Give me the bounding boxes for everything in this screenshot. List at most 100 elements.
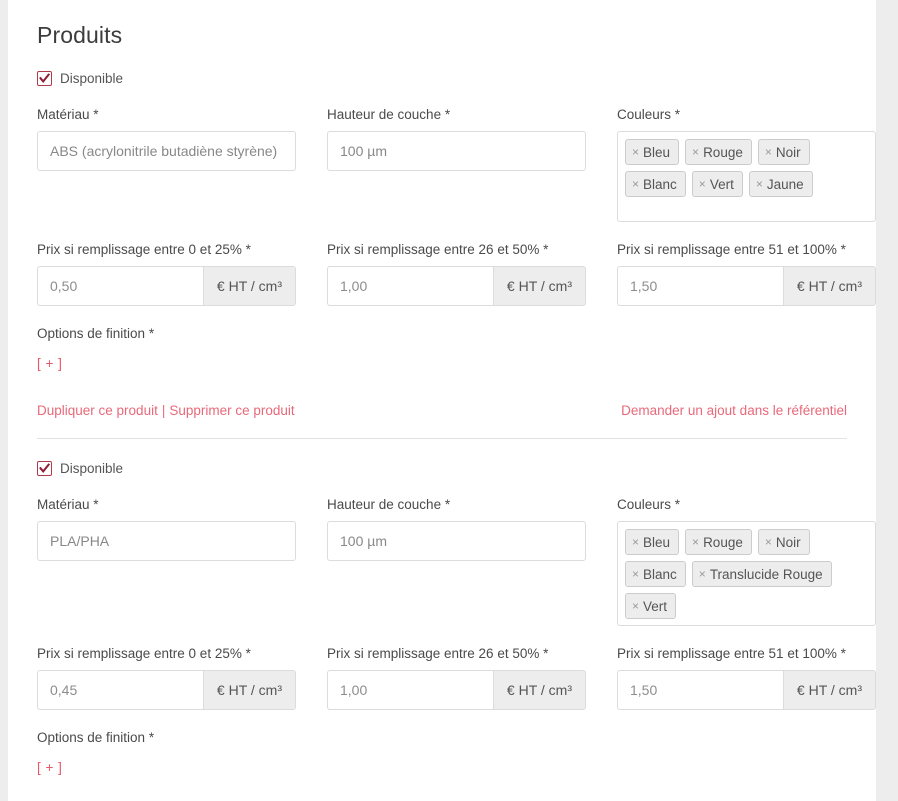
field-price-51-100: Prix si remplissage entre 51 et 100% * 1… <box>617 242 876 306</box>
finishing-options-label: Options de finition * <box>37 730 155 745</box>
product-actions-left: Dupliquer ce produit | Supprimer ce prod… <box>37 403 295 418</box>
remove-tag-icon[interactable]: × <box>699 568 706 580</box>
price-26-50-label: Prix si remplissage entre 26 et 50% * <box>327 646 549 661</box>
remove-tag-icon[interactable]: × <box>756 178 763 190</box>
price-0-25-label: Prix si remplissage entre 0 et 25% * <box>37 646 251 661</box>
color-tag[interactable]: × Bleu <box>625 139 680 165</box>
colors-tag-box[interactable]: × Bleu × Rouge × Noir × Blanc × Vert × Jaune <box>617 131 876 222</box>
layer-height-input[interactable]: 100 µm <box>327 521 586 561</box>
remove-tag-icon[interactable]: × <box>692 536 699 548</box>
field-price-0-25: Prix si remplissage entre 0 et 25% * 0,5… <box>37 242 296 306</box>
field-material: Matériau * ABS (acrylonitrile butadiène … <box>37 107 296 222</box>
remove-tag-icon[interactable]: × <box>699 178 706 190</box>
color-tag-label: Noir <box>775 534 801 550</box>
color-tag[interactable]: × Vert <box>691 171 743 197</box>
color-tag-label: Noir <box>775 144 801 160</box>
price-unit-addon: € HT / cm³ <box>202 670 296 710</box>
colors-label: Couleurs * <box>617 497 681 512</box>
checkmark-icon <box>39 463 50 473</box>
price-unit-addon: € HT / cm³ <box>202 266 296 306</box>
field-colors: Couleurs * × Bleu × Rouge × Noir × Blanc × Tr… <box>617 497 876 626</box>
add-finishing-option-button[interactable]: [ + ] <box>37 760 62 775</box>
material-input[interactable]: PLA/PHA <box>37 521 296 561</box>
color-tag-label: Bleu <box>643 144 671 160</box>
page-root: Produits Disponible Matériau * ABS (acry… <box>0 0 898 801</box>
colors-label: Couleurs * <box>617 107 681 122</box>
material-label: Matériau * <box>37 497 99 512</box>
color-tag[interactable]: × Vert <box>625 593 677 619</box>
color-tag[interactable]: × Rouge <box>685 139 752 165</box>
availability-row: Disponible <box>37 461 847 476</box>
price-51-100-input[interactable]: 1,50 <box>617 266 783 306</box>
price-26-50-group: 1,00 € HT / cm³ <box>327 670 586 710</box>
price-unit-addon: € HT / cm³ <box>782 266 876 306</box>
remove-tag-icon[interactable]: × <box>632 146 639 158</box>
remove-tag-icon[interactable]: × <box>765 536 772 548</box>
color-tag-label: Vert <box>643 598 668 614</box>
color-tag-label: Rouge <box>703 534 743 550</box>
material-input[interactable]: ABS (acrylonitrile butadiène styrène) <box>37 131 296 171</box>
layer-height-label: Hauteur de couche * <box>327 497 451 512</box>
form-row-identity: Matériau * PLA/PHA Hauteur de couche * 1… <box>37 497 876 626</box>
price-26-50-label: Prix si remplissage entre 26 et 50% * <box>327 242 549 257</box>
color-tag-label: Vert <box>709 176 734 192</box>
color-tag[interactable]: × Noir <box>757 529 810 555</box>
add-finishing-option-button[interactable]: [ + ] <box>37 356 62 371</box>
price-51-100-label: Prix si remplissage entre 51 et 100% * <box>617 242 846 257</box>
field-colors: Couleurs * × Bleu × Rouge × Noir × Blanc × Ve… <box>617 107 876 222</box>
available-label: Disponible <box>60 71 124 86</box>
layer-height-label: Hauteur de couche * <box>327 107 451 122</box>
available-checkbox[interactable] <box>37 71 52 86</box>
price-0-25-input[interactable]: 0,50 <box>37 266 203 306</box>
finishing-options-section: Options de finition * [ + ] <box>37 326 847 373</box>
color-tag[interactable]: × Translucide Rouge <box>691 561 832 587</box>
remove-tag-icon[interactable]: × <box>632 178 639 190</box>
color-tag-label: Bleu <box>643 534 671 550</box>
price-26-50-group: 1,00 € HT / cm³ <box>327 266 586 306</box>
color-tag[interactable]: × Blanc <box>625 171 686 197</box>
price-26-50-input[interactable]: 1,00 <box>327 670 493 710</box>
delete-product-link[interactable]: Supprimer ce produit <box>169 403 294 418</box>
remove-tag-icon[interactable]: × <box>632 600 639 612</box>
color-tag-label: Translucide Rouge <box>709 566 823 582</box>
colors-tag-box[interactable]: × Bleu × Rouge × Noir × Blanc × Translucide R… <box>617 521 876 626</box>
remove-tag-icon[interactable]: × <box>632 568 639 580</box>
price-51-100-input[interactable]: 1,50 <box>617 670 783 710</box>
color-tag-label: Blanc <box>643 566 677 582</box>
product-actions-row: Dupliquer ce produit | Supprimer ce prod… <box>37 403 847 418</box>
availability-row: Disponible <box>37 71 847 86</box>
available-label: Disponible <box>60 461 124 476</box>
color-tag[interactable]: × Rouge <box>685 529 752 555</box>
field-price-51-100: Prix si remplissage entre 51 et 100% * 1… <box>617 646 876 710</box>
request-referential-link[interactable]: Demander un ajout dans le référentiel <box>621 403 847 418</box>
checkmark-icon <box>39 73 50 83</box>
form-row-identity: Matériau * ABS (acrylonitrile butadiène … <box>37 107 876 222</box>
field-layer-height: Hauteur de couche * 100 µm <box>327 107 586 222</box>
price-unit-addon: € HT / cm³ <box>782 670 876 710</box>
price-unit-addon: € HT / cm³ <box>492 266 586 306</box>
duplicate-product-link[interactable]: Dupliquer ce produit <box>37 403 158 418</box>
color-tag[interactable]: × Jaune <box>748 171 813 197</box>
color-tag-label: Blanc <box>643 176 677 192</box>
price-51-100-group: 1,50 € HT / cm³ <box>617 670 876 710</box>
material-label: Matériau * <box>37 107 99 122</box>
remove-tag-icon[interactable]: × <box>765 146 772 158</box>
content-panel: Produits Disponible Matériau * ABS (acry… <box>8 0 876 801</box>
price-0-25-group: 0,45 € HT / cm³ <box>37 670 296 710</box>
remove-tag-icon[interactable]: × <box>632 536 639 548</box>
color-tag[interactable]: × Bleu <box>625 529 680 555</box>
field-material: Matériau * PLA/PHA <box>37 497 296 626</box>
remove-tag-icon[interactable]: × <box>692 146 699 158</box>
price-26-50-input[interactable]: 1,00 <box>327 266 493 306</box>
color-tag[interactable]: × Noir <box>757 139 810 165</box>
price-0-25-group: 0,50 € HT / cm³ <box>37 266 296 306</box>
page-title: Produits <box>37 22 123 48</box>
field-price-0-25: Prix si remplissage entre 0 et 25% * 0,4… <box>37 646 296 710</box>
color-tag[interactable]: × Blanc <box>625 561 686 587</box>
form-row-pricing: Prix si remplissage entre 0 et 25% * 0,5… <box>37 242 876 306</box>
price-51-100-label: Prix si remplissage entre 51 et 100% * <box>617 646 846 661</box>
available-checkbox[interactable] <box>37 461 52 476</box>
price-51-100-group: 1,50 € HT / cm³ <box>617 266 876 306</box>
price-0-25-input[interactable]: 0,45 <box>37 670 203 710</box>
layer-height-input[interactable]: 100 µm <box>327 131 586 171</box>
